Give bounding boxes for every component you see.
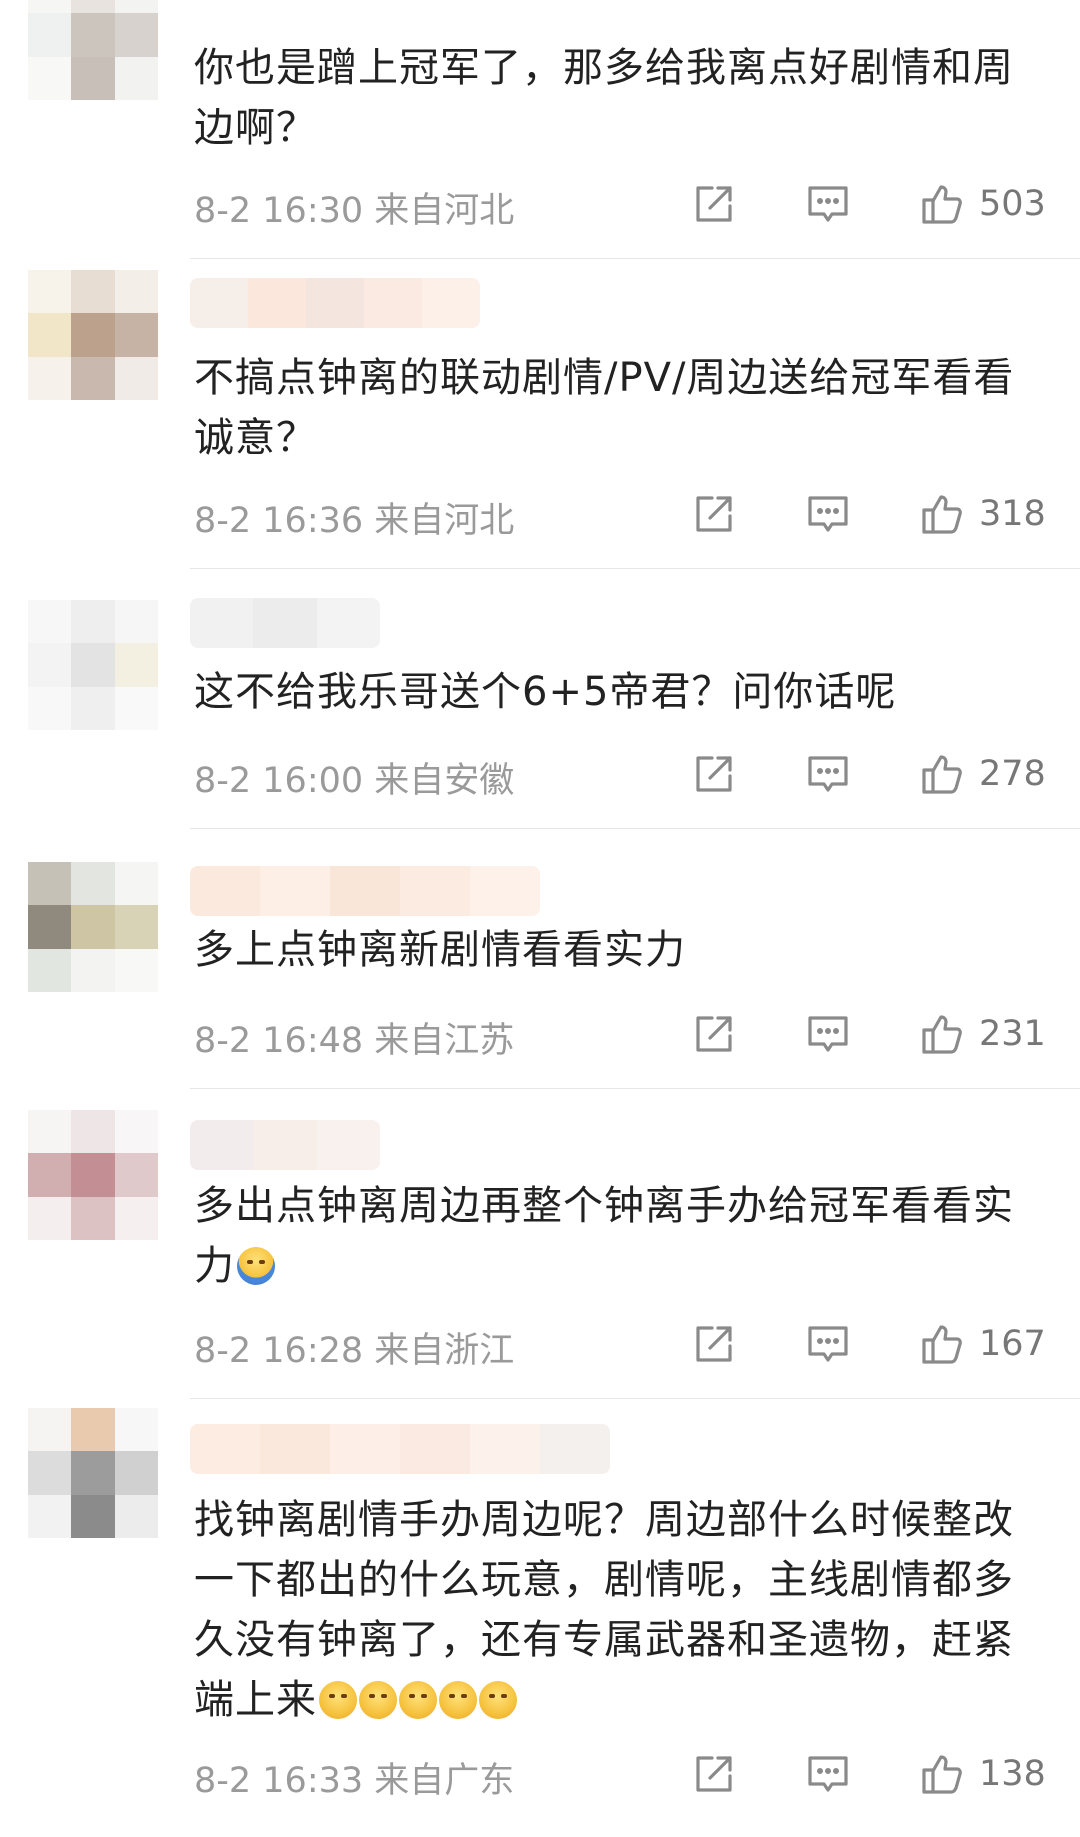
like-count: 231 (979, 1014, 1046, 1054)
thumbs-up-icon[interactable] (918, 1320, 966, 1368)
share-icon[interactable] (690, 1750, 738, 1798)
huff-emoji-icon (479, 1681, 517, 1719)
like-count: 138 (979, 1754, 1046, 1794)
avatar[interactable] (28, 0, 158, 100)
huff-emoji-icon (439, 1681, 477, 1719)
username-blurred[interactable] (190, 598, 380, 648)
share-icon[interactable] (690, 1320, 738, 1368)
comment-icon[interactable] (804, 750, 852, 798)
hug-emoji-icon (237, 1247, 275, 1285)
divider (190, 568, 1080, 569)
comment-time: 8-2 16:33 (194, 1761, 364, 1801)
comment-location: 来自广东 (374, 1761, 515, 1801)
huff-emoji-icon (319, 1681, 357, 1719)
like-count: 503 (979, 184, 1046, 224)
thumbs-up-icon[interactable] (918, 490, 966, 538)
comment-meta: 8-2 16:00 来自安徽 (194, 752, 514, 803)
comment-location: 来自河北 (374, 501, 515, 541)
comment-meta: 8-2 16:33 来自广东 (194, 1752, 514, 1803)
like-count: 278 (979, 754, 1046, 794)
comment-location: 来自浙江 (374, 1331, 515, 1371)
divider (190, 1088, 1080, 1089)
avatar[interactable] (28, 862, 158, 992)
avatar[interactable] (28, 600, 158, 730)
share-icon[interactable] (690, 180, 738, 228)
divider (190, 828, 1080, 829)
comment-actions: 138 (680, 1750, 1060, 1800)
comment-time: 8-2 16:00 (194, 761, 364, 801)
share-icon[interactable] (690, 1010, 738, 1058)
comment-location: 来自河北 (374, 191, 515, 231)
comment-icon[interactable] (804, 180, 852, 228)
comment-meta: 8-2 16:36 来自河北 (194, 492, 514, 543)
username-blurred[interactable] (190, 866, 540, 916)
comment-actions: 318 (680, 490, 1060, 540)
username-blurred[interactable] (190, 1424, 610, 1474)
comment-text: 不搞点钟离的联动剧情/PV/周边送给冠军看看诚意？ (194, 355, 1015, 461)
username-blurred[interactable] (190, 1120, 380, 1170)
username-blurred[interactable] (190, 278, 480, 328)
comment-location: 来自安徽 (374, 761, 515, 801)
avatar[interactable] (28, 270, 158, 400)
comment-icon[interactable] (804, 1750, 852, 1798)
like-count: 318 (979, 494, 1046, 534)
comment-time: 8-2 16:30 (194, 191, 364, 231)
avatar[interactable] (28, 1110, 158, 1240)
comment-meta: 8-2 16:30 来自河北 (194, 182, 514, 233)
comment-actions: 231 (680, 1010, 1060, 1060)
thumbs-up-icon[interactable] (918, 1010, 966, 1058)
comment-meta: 8-2 16:28 来自浙江 (194, 1322, 514, 1373)
comment-icon[interactable] (804, 490, 852, 538)
huff-emoji-icon (399, 1681, 437, 1719)
emoji-row (317, 1677, 517, 1723)
comment-text: 找钟离剧情手办周边呢？周边部什么时候整改一下都出的什么玩意，剧情呢，主线剧情都多… (194, 1497, 1014, 1723)
comment-icon[interactable] (804, 1320, 852, 1368)
thumbs-up-icon[interactable] (918, 180, 966, 228)
comment-time: 8-2 16:36 (194, 501, 364, 541)
comment-meta: 8-2 16:48 来自江苏 (194, 1012, 514, 1063)
comment-time: 8-2 16:48 (194, 1021, 364, 1061)
comment-icon[interactable] (804, 1010, 852, 1058)
divider (190, 258, 1080, 259)
share-icon[interactable] (690, 490, 738, 538)
thumbs-up-icon[interactable] (918, 1750, 966, 1798)
comment-location: 来自江苏 (374, 1021, 515, 1061)
comment-text: 你也是蹭上冠军了，那多给我离点好剧情和周边啊？ (194, 45, 1014, 151)
comment-text: 多上点钟离新剧情看看实力 (194, 927, 686, 973)
comment-text: 这不给我乐哥送个6+5帝君？问你话呢 (194, 669, 897, 715)
huff-emoji-icon (359, 1681, 397, 1719)
comment-text: 多出点钟离周边再整个钟离手办给冠军看看实力 (194, 1183, 1014, 1289)
comment-actions: 167 (680, 1320, 1060, 1370)
avatar[interactable] (28, 1408, 158, 1538)
share-icon[interactable] (690, 750, 738, 798)
like-count: 167 (979, 1324, 1046, 1364)
divider (190, 1398, 1080, 1399)
comment-actions: 278 (680, 750, 1060, 800)
comment-actions: 503 (680, 180, 1060, 230)
comment-time: 8-2 16:28 (194, 1331, 364, 1371)
thumbs-up-icon[interactable] (918, 750, 966, 798)
